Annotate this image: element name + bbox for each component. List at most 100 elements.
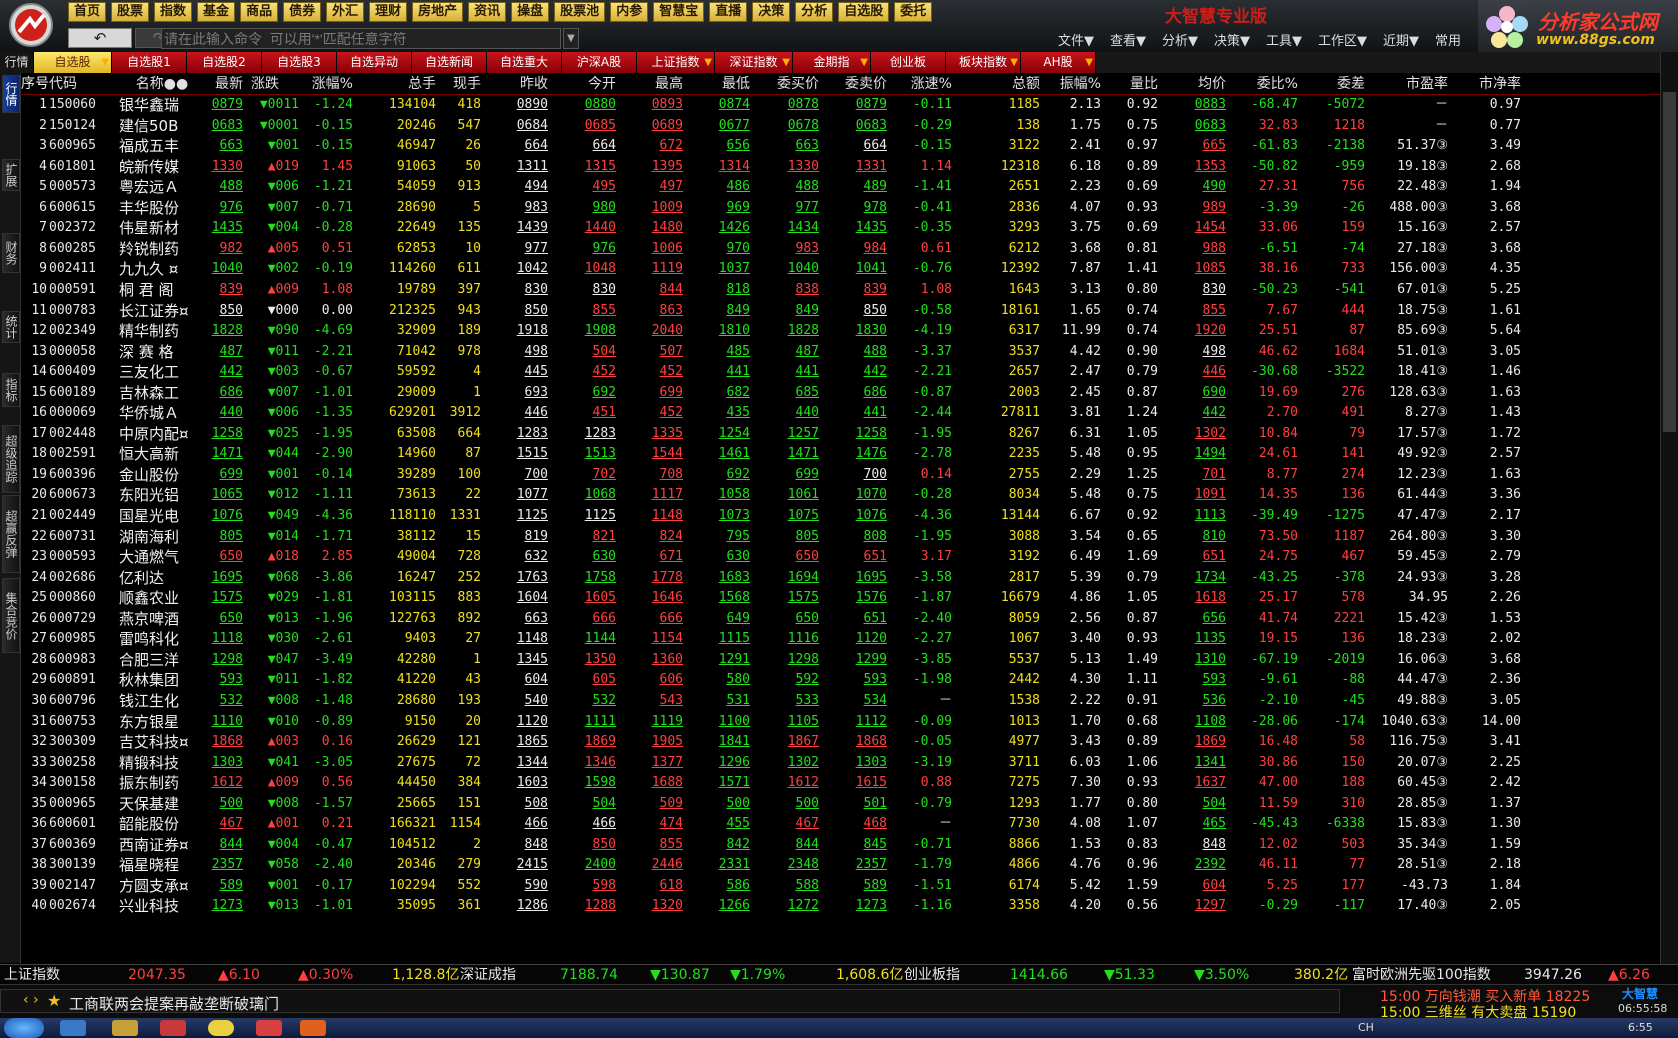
index-price[interactable]: 3947.26	[1524, 965, 1582, 985]
column-header[interactable]: 委卖价	[819, 73, 887, 95]
column-header[interactable]: 涨幅%	[301, 73, 353, 95]
start-button[interactable]	[4, 1018, 44, 1038]
main-menu-item[interactable]: 查看▼	[1102, 30, 1154, 49]
index-name[interactable]: 富时欧洲先驱100指数	[1352, 965, 1491, 985]
column-header[interactable]: 今开	[549, 73, 616, 95]
column-header[interactable]: 最新	[203, 73, 243, 95]
column-header[interactable]: 最高	[616, 73, 683, 95]
table-row[interactable]: 19 600396 金山股份 699 ▼001 -0.14 39289 100 700 702 70…	[21, 465, 1660, 486]
index-percent[interactable]: ▼1.79%	[730, 965, 785, 985]
tab-5[interactable]: 自选异动	[337, 52, 412, 73]
table-row[interactable]: 31 600753 东方银星 1110 ▼010 -0.89 9150 20 1120 1111 1…	[21, 712, 1660, 733]
table-row[interactable]: 24 002686 亿利达 1695 ▼068 -3.86 16247 252 1763 1758…	[21, 568, 1660, 589]
column-header[interactable]: 最低	[683, 73, 750, 95]
table-row[interactable]: 10 000591 桐 君 阁 839 ▲009 1.08 19789 397 830 830 84…	[21, 280, 1660, 301]
table-row[interactable]: 36 600601 韶能股份 467 ▲001 0.21 166321 1154 466 466 4…	[21, 814, 1660, 835]
column-header[interactable]: 涨速%	[887, 73, 952, 95]
command-input[interactable]	[161, 28, 561, 49]
top-menu-button[interactable]: 基金	[197, 2, 236, 22]
table-row[interactable]: 12 002349 精华制药 1828 ▼090 -4.69 32909 189 1918 190…	[21, 321, 1660, 342]
table-row[interactable]: 15 600189 吉林森工 686 ▼007 -1.01 29009 1 693 692 699 6…	[21, 383, 1660, 404]
vtab-1[interactable]: 行情	[2, 75, 20, 113]
tab-6[interactable]: 自选新闻	[412, 52, 487, 73]
chevron-down-icon[interactable]: ▼	[1085, 52, 1093, 73]
main-menu-item[interactable]: 常用	[1427, 30, 1469, 49]
column-header[interactable]: 名称●●	[119, 73, 205, 95]
column-header[interactable]: 总额	[953, 73, 1040, 95]
top-menu-button[interactable]: 分析	[795, 2, 834, 22]
table-row[interactable]: 11 000783 长江证券¤ 850 ▼000 0.00 212325 943 850 855 8…	[21, 301, 1660, 322]
table-row[interactable]: 33 300258 精锻科技 1303 ▼041 -3.05 27675 72 1344 1346…	[21, 753, 1660, 774]
vtab-4[interactable]: 统计	[2, 311, 20, 343]
table-row[interactable]: 17 002448 中原内配¤ 1258 ▼025 -1.95 63508 664 1283 12…	[21, 424, 1660, 445]
vtab-2[interactable]: 扩展	[2, 159, 20, 191]
tab-10[interactable]: 深证指数 ▼	[715, 52, 793, 73]
index-change[interactable]: ▲6.26	[1608, 965, 1650, 985]
tab-2[interactable]: 自选股1	[112, 52, 187, 73]
index-name[interactable]: 深证成指	[460, 965, 516, 985]
main-menu-item[interactable]: 工作区▼	[1310, 30, 1375, 49]
taskbar-app-icon[interactable]	[208, 1020, 234, 1036]
back-button[interactable]: ↶	[68, 28, 132, 48]
news-ticker[interactable]: ‹ › ★ 工商联两会提案再敲垄断破璃门	[0, 989, 1340, 1013]
tab-4[interactable]: 自选股3	[262, 52, 337, 73]
table-row[interactable]: 40 002674 兴业科技 1273 ▼013 -1.01 35095 361 1286 128…	[21, 896, 1660, 917]
taskbar-app-icon[interactable]	[112, 1020, 138, 1036]
index-change[interactable]: ▲6.10	[218, 965, 260, 985]
input-language[interactable]: CH	[1358, 1021, 1374, 1034]
table-row[interactable]: 32 300309 吉艾科技¤ 1868 ▲003 0.16 26629 121 1865 186…	[21, 732, 1660, 753]
table-row[interactable]: 3 600965 福成五丰 663 ▼001 -0.15 46947 26 664 664 672 6…	[21, 136, 1660, 157]
chevron-left-icon[interactable]: ‹ ›	[23, 992, 39, 1008]
top-menu-button[interactable]: 债券	[283, 2, 322, 22]
column-header[interactable]: 市净率	[1451, 73, 1521, 95]
main-menu-item[interactable]: 分析▼	[1154, 30, 1206, 49]
table-row[interactable]: 21 002449 国星光电 1076 ▼049 -4.36 118110 1331 1125 1…	[21, 506, 1660, 527]
index-name[interactable]: 创业板指	[904, 965, 960, 985]
column-header[interactable]: 涨跌	[251, 73, 299, 95]
top-menu-button[interactable]: 决策	[752, 2, 791, 22]
tab-7[interactable]: 自选重大	[487, 52, 562, 73]
index-amount[interactable]: 1,128.8亿	[392, 965, 459, 985]
chevron-down-icon[interactable]: ▼	[782, 52, 790, 73]
index-price[interactable]: 1414.66	[1010, 965, 1068, 985]
top-menu-button[interactable]: 智慧宝	[653, 2, 705, 22]
tab-1[interactable]: 自选股 ▼	[34, 52, 112, 73]
news-headline[interactable]: 工商联两会提案再敲垄断破璃门	[69, 993, 279, 1014]
scrollbar-thumb[interactable]	[1663, 92, 1676, 432]
top-menu-button[interactable]: 商品	[240, 2, 279, 22]
chevron-down-icon[interactable]: ▼	[704, 52, 712, 73]
main-menu-item[interactable]: 决策▼	[1206, 30, 1258, 49]
index-change[interactable]: ▼51.33	[1104, 965, 1155, 985]
table-row[interactable]: 27 600985 雷鸣科化 1118 ▼030 -2.61 9403 27 1148 1144 1…	[21, 629, 1660, 650]
index-percent[interactable]: ▼3.50%	[1194, 965, 1249, 985]
table-row[interactable]: 14 600409 三友化工 442 ▼003 -0.67 59592 4 445 452 452 4…	[21, 362, 1660, 383]
column-header[interactable]: 委买价	[751, 73, 819, 95]
vtab-8[interactable]: 集合竞价	[2, 578, 20, 653]
table-row[interactable]: 5 000573 粤宏远Ａ 488 ▼006 -1.21 54059 913 494 495 497…	[21, 177, 1660, 198]
table-row[interactable]: 4 601801 皖新传媒 1330 ▲019 1.45 91063 50 1311 1315 13…	[21, 157, 1660, 178]
vtab-3[interactable]: 财务	[2, 233, 20, 273]
vtab-5[interactable]: 指标	[2, 373, 20, 407]
column-header[interactable]: 代码	[49, 73, 119, 95]
vtab-6[interactable]: 超级追踪	[2, 425, 20, 493]
chevron-down-icon[interactable]: ▼	[563, 28, 579, 49]
chevron-down-icon[interactable]: ▼	[101, 52, 109, 73]
top-menu-button[interactable]: 股票	[111, 2, 150, 22]
app-logo-icon[interactable]	[2, 2, 60, 48]
top-menu-button[interactable]: 股票池	[554, 2, 606, 22]
tab-14[interactable]: AH股 ▼	[1021, 52, 1096, 73]
top-menu-button[interactable]: 外汇	[326, 2, 365, 22]
column-header[interactable]: 委比%	[1227, 73, 1298, 95]
table-row[interactable]: 20 600673 东阳光铝 1065 ▼012 -1.11 73613 22 1077 1068…	[21, 485, 1660, 506]
table-row[interactable]: 37 600369 西南证券¤ 844 ▼004 -0.47 104512 2 848 850 85…	[21, 835, 1660, 856]
index-amount[interactable]: 1,608.6亿	[836, 965, 903, 985]
table-row[interactable]: 35 000965 天保基建 500 ▼008 -1.57 25665 151 508 504 50…	[21, 794, 1660, 815]
column-header[interactable]: 量比	[1103, 73, 1158, 95]
chevron-down-icon[interactable]: ▼	[1010, 52, 1018, 73]
column-header[interactable]: 昨收	[481, 73, 548, 95]
top-menu-button[interactable]: 直播	[709, 2, 748, 22]
top-menu-button[interactable]: 房地产	[412, 2, 464, 22]
table-row[interactable]: 13 000058 深 赛 格 487 ▼011 -2.21 71042 978 498 504 5…	[21, 342, 1660, 363]
table-row[interactable]: 25 000860 顺鑫农业 1575 ▼029 -1.81 103115 883 1604 16…	[21, 588, 1660, 609]
table-row[interactable]: 18 002591 恒大高新 1471 ▼044 -2.90 14960 87 1515 1513…	[21, 444, 1660, 465]
